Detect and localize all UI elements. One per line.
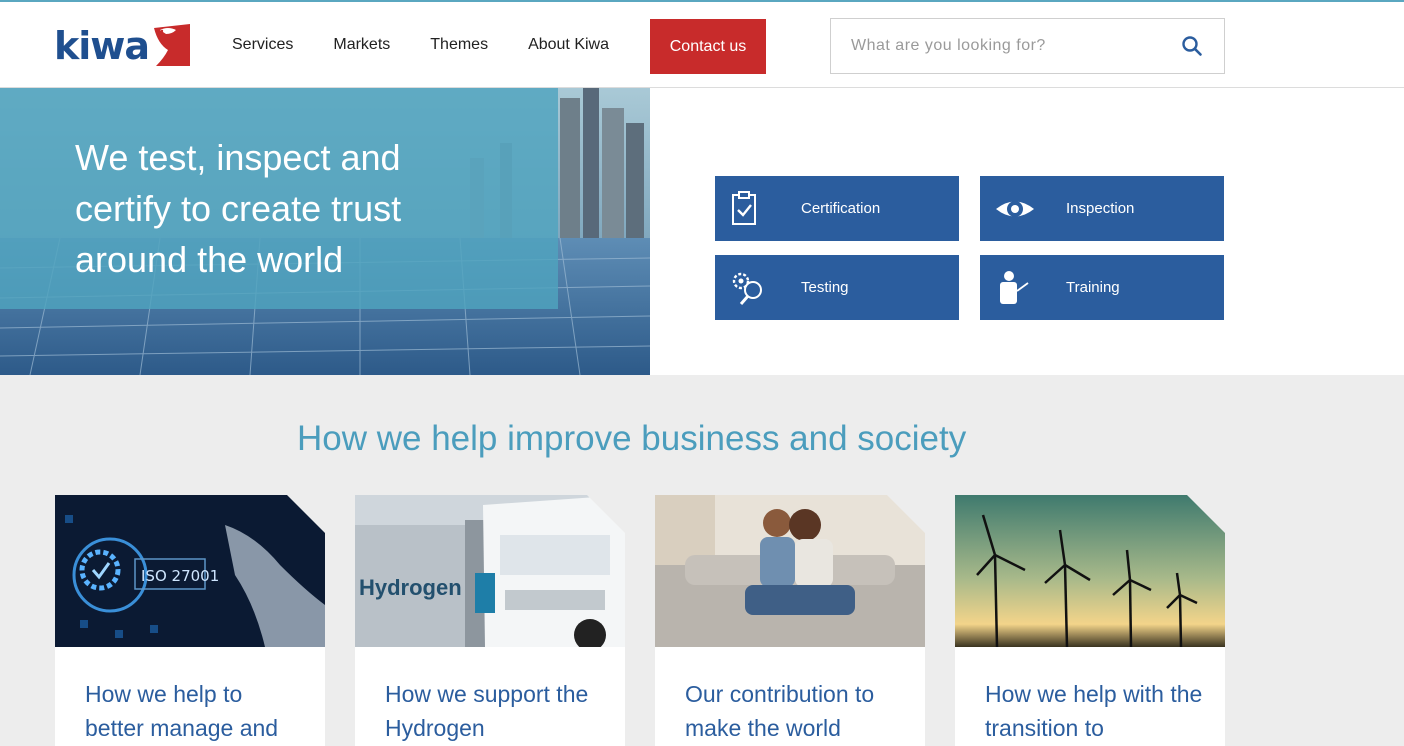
gears-magnifier-icon [732, 272, 762, 305]
couple-sofa-image [655, 495, 925, 647]
tile-label: Training [1066, 279, 1120, 296]
card-corner-cut [1187, 495, 1225, 533]
clipboard-check-icon [732, 191, 756, 225]
tile-label: Certification [801, 200, 881, 217]
tile-certification[interactable]: Certification [715, 176, 959, 241]
nav-item-services[interactable]: Services [232, 36, 293, 54]
wind-turbines-image [955, 495, 1225, 647]
card-hydrogen[interactable]: Hydrogen How we support the Hydrogen [355, 495, 625, 746]
hydrogen-image-text: Hydrogen [359, 575, 462, 600]
nav-item-about-kiwa[interactable]: About Kiwa [528, 36, 609, 54]
nav-item-markets[interactable]: Markets [333, 36, 390, 54]
eye-icon [996, 201, 1034, 217]
logo-text: kiwa [54, 24, 150, 68]
card-corner-cut [287, 495, 325, 533]
main-nav: Services Markets Themes About Kiwa [232, 2, 649, 88]
section-title: How we help improve business and society [297, 419, 967, 458]
search-box [830, 18, 1225, 74]
tile-training[interactable]: Training [980, 255, 1224, 320]
logo-mark-icon [154, 24, 190, 66]
tile-inspection[interactable]: Inspection [980, 176, 1224, 241]
hydrogen-truck-image: Hydrogen [355, 495, 625, 647]
iso-27001-image: ISO 27001 [55, 495, 325, 647]
contact-us-button[interactable]: Contact us [650, 19, 766, 74]
hero-banner: We test, inspect and certify to create t… [0, 88, 650, 375]
search-input[interactable] [831, 19, 1161, 73]
card-iso-27001[interactable]: ISO 27001 How we help to better manage a… [55, 495, 325, 746]
how-we-help-section: How we help improve business and society… [0, 375, 1404, 746]
nav-item-themes[interactable]: Themes [430, 36, 488, 54]
search-icon[interactable] [1180, 34, 1204, 58]
card-title: Our contribution to make the world [685, 681, 875, 741]
card-corner-cut [887, 495, 925, 533]
card-title: How we help with the transition to [985, 681, 1203, 741]
iso-image-text: ISO 27001 [141, 567, 220, 585]
site-header: kiwa Services Markets Themes About Kiwa … [0, 0, 1404, 88]
card-corner-cut [587, 495, 625, 533]
tile-label: Testing [801, 279, 849, 296]
trainer-icon [1000, 271, 1029, 304]
card-energy-transition[interactable]: How we help with the transition to [955, 495, 1225, 746]
card-title: How we support the Hydrogen [385, 681, 589, 741]
card-title: How we help to better manage and [85, 681, 279, 741]
tile-label: Inspection [1066, 200, 1135, 217]
tile-testing[interactable]: Testing [715, 255, 959, 320]
kiwa-logo[interactable]: kiwa [54, 20, 194, 72]
hero-title: We test, inspect and certify to create t… [75, 137, 402, 280]
card-world-contribution[interactable]: Our contribution to make the world [655, 495, 925, 746]
